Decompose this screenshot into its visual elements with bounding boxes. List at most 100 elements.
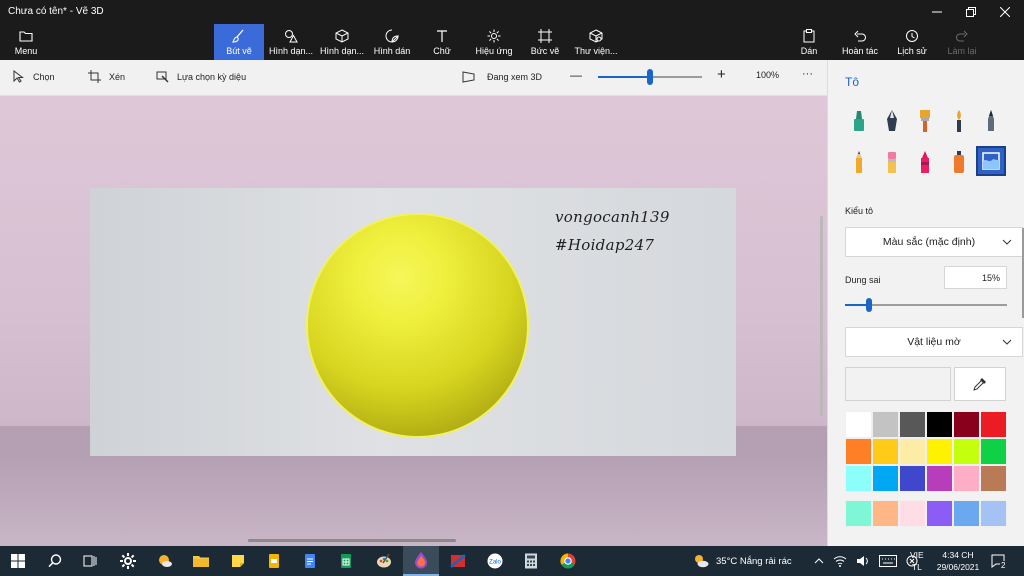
undo-button[interactable]: Hoàn tác (836, 24, 884, 60)
zoom-slider[interactable] (598, 69, 702, 85)
brush-marker[interactable] (844, 106, 874, 136)
tool-canvas[interactable]: Bức vẽ (522, 24, 568, 60)
color-swatch[interactable] (845, 411, 872, 438)
tool-2d-shapes[interactable]: Hình dạn... (266, 24, 316, 60)
color-swatch[interactable] (899, 411, 926, 438)
minimize-button[interactable] (920, 0, 954, 24)
file-explorer-app[interactable] (183, 546, 219, 576)
sheets-app[interactable] (328, 546, 364, 576)
color-swatch[interactable] (845, 500, 872, 527)
color-swatch[interactable] (926, 438, 953, 465)
color-swatch[interactable] (953, 465, 980, 492)
chevron-up-icon[interactable] (814, 556, 824, 566)
color-swatch[interactable] (899, 465, 926, 492)
tolerance-slider-thumb[interactable] (866, 298, 873, 312)
current-color-preview[interactable] (845, 367, 951, 401)
brush-spray-can[interactable] (944, 147, 974, 177)
color-swatch[interactable] (872, 465, 899, 492)
view-3d-toggle[interactable]: Đang xem 3D (462, 70, 542, 83)
brush-calligraphy-pen[interactable] (877, 106, 907, 136)
select-tool[interactable]: Chọn (12, 70, 55, 83)
tool-stickers[interactable]: Hình dán (368, 24, 416, 60)
color-swatch[interactable] (845, 465, 872, 492)
tool-text[interactable]: Chữ (420, 24, 464, 60)
color-swatch[interactable] (953, 500, 980, 527)
input-method: TL (911, 562, 922, 572)
clock[interactable]: 4:34 CH 29/06/2021 (935, 546, 981, 576)
sticky-notes-icon (232, 555, 244, 567)
redo-label: Làm lại (947, 45, 977, 56)
tool-brushes[interactable]: Bút vẽ (214, 24, 264, 60)
brush-eraser[interactable] (877, 147, 907, 177)
redo-button[interactable]: Làm lại (940, 24, 984, 60)
docs-app[interactable] (292, 546, 328, 576)
paste-button[interactable]: Dán (794, 24, 824, 60)
close-button[interactable] (988, 0, 1022, 24)
calculator-app[interactable] (513, 546, 549, 576)
color-swatch[interactable] (899, 500, 926, 527)
color-swatch[interactable] (980, 500, 1007, 527)
color-swatch[interactable] (980, 411, 1007, 438)
magic-select-tool[interactable]: Lựa chọn kỳ diệu (156, 70, 246, 83)
color-swatch[interactable] (926, 500, 953, 527)
material-dropdown[interactable]: Vật liệu mờ (845, 327, 1023, 357)
brush-fill[interactable] (976, 146, 1006, 176)
workspace[interactable]: vongocanh139 #Hoidap247 (0, 96, 827, 546)
fill-type-dropdown[interactable]: Màu sắc (mặc định) (845, 227, 1023, 257)
slides-app[interactable] (256, 546, 292, 576)
notification-center[interactable]: 2 (990, 546, 1012, 576)
zoom-in-button[interactable]: + (717, 66, 726, 83)
zoom-out-button[interactable]: — (570, 68, 582, 82)
color-swatch[interactable] (953, 411, 980, 438)
color-swatch[interactable] (980, 438, 1007, 465)
zalo-app[interactable]: Zalo (477, 546, 513, 576)
zoom-percentage[interactable]: 100% (756, 70, 779, 80)
tool-effects[interactable]: Hiệu ứng (470, 24, 518, 60)
brush-pixel-pen[interactable] (976, 106, 1006, 136)
color-swatch[interactable] (926, 465, 953, 492)
more-options-button[interactable]: ··· (802, 68, 813, 80)
tolerance-input[interactable]: 15% (944, 266, 1007, 289)
eyedropper-button[interactable] (954, 367, 1006, 401)
tool-3d-shapes[interactable]: Hình dạn... (317, 24, 367, 60)
restore-button[interactable] (954, 0, 988, 24)
brush-oil[interactable] (910, 106, 940, 136)
input-language[interactable]: VIE TL (910, 546, 924, 576)
color-swatch[interactable] (872, 438, 899, 465)
brush-watercolor[interactable] (944, 106, 974, 136)
tolerance-slider[interactable] (845, 298, 1007, 312)
start-button[interactable] (0, 546, 36, 576)
crop-tool[interactable]: Xén (88, 70, 125, 83)
chrome-app[interactable] (550, 546, 586, 576)
color-swatch[interactable] (899, 438, 926, 465)
color-swatch[interactable] (872, 500, 899, 527)
task-view-button[interactable] (72, 546, 108, 576)
weather-widget[interactable]: 35°C Nắng rải rác (692, 546, 792, 576)
settings-app[interactable] (110, 546, 146, 576)
wifi-icon[interactable] (833, 554, 847, 568)
weather-app[interactable] (147, 546, 183, 576)
horizontal-scrollbar[interactable] (248, 539, 456, 542)
paint-app[interactable] (366, 546, 402, 576)
color-swatch[interactable] (926, 411, 953, 438)
search-button[interactable] (37, 546, 73, 576)
drawing-canvas[interactable]: vongocanh139 #Hoidap247 (90, 188, 736, 456)
history-button[interactable]: Lịch sử (890, 24, 934, 60)
zoom-slider-thumb[interactable] (647, 69, 653, 85)
red-app[interactable] (440, 546, 476, 576)
yellow-sphere-object[interactable] (308, 215, 527, 436)
color-swatch[interactable] (980, 465, 1007, 492)
sticky-notes-app[interactable] (220, 546, 256, 576)
keyboard-icon[interactable] (879, 555, 897, 567)
volume-icon[interactable] (856, 554, 870, 568)
tool-3d-library[interactable]: Thư viện... (572, 24, 620, 60)
brush-crayon[interactable] (910, 147, 940, 177)
vertical-scrollbar[interactable] (820, 216, 823, 416)
color-swatch[interactable] (845, 438, 872, 465)
color-swatch[interactable] (953, 438, 980, 465)
brush-pencil[interactable] (844, 147, 874, 177)
color-swatch[interactable] (872, 411, 899, 438)
menu-button[interactable]: Menu (6, 24, 46, 60)
canvas-icon (538, 28, 552, 43)
paint3d-app[interactable] (403, 546, 439, 576)
